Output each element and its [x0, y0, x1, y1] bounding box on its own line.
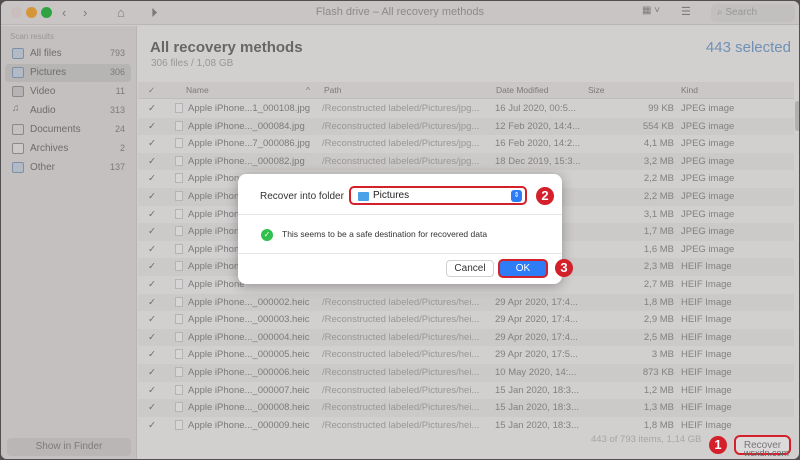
- watermark: wsxdn.com: [744, 448, 790, 458]
- safe-destination-message: This seems to be a safe destination for …: [282, 229, 488, 239]
- ok-button[interactable]: OK: [498, 259, 548, 278]
- annotation-badge-2: 2: [536, 187, 554, 205]
- folder-icon: [358, 192, 369, 201]
- updown-chevron-icon: ⇕: [511, 190, 522, 202]
- recover-dialog: Recover into folder Pictures ⇕ ✓ This see…: [238, 174, 562, 284]
- checkmark-icon: ✓: [261, 229, 273, 241]
- cancel-button[interactable]: Cancel: [446, 260, 494, 277]
- folder-select[interactable]: Pictures ⇕: [349, 186, 527, 205]
- annotation-badge-1: 1: [709, 436, 727, 454]
- divider: [238, 214, 562, 215]
- annotation-badge-3: 3: [555, 259, 573, 277]
- recover-into-label: Recover into folder: [260, 191, 344, 202]
- folder-value: Pictures: [373, 190, 410, 201]
- divider: [238, 253, 562, 254]
